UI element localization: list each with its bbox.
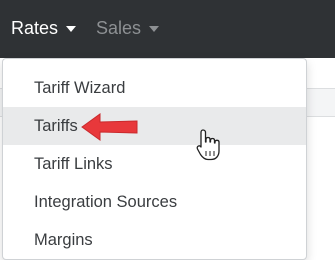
menu-item-tariffs[interactable]: Tariffs: [3, 107, 306, 145]
menu-item-label: Integration Sources: [34, 193, 178, 211]
red-arrow-left-icon: [81, 113, 138, 141]
menu-item-label: Tariff Wizard: [34, 79, 126, 97]
nav-sales-label: Sales: [96, 18, 142, 38]
menu-list: Tariff Wizard Tariffs Tariff Links Integ…: [3, 69, 306, 259]
nav-rates-dropdown[interactable]: Rates: [11, 18, 77, 39]
menu-item-margins[interactable]: Margins: [3, 221, 306, 259]
nav-rates-label: Rates: [11, 18, 59, 38]
menu-item-label: Margins: [34, 231, 93, 249]
top-navbar: Rates Sales: [0, 0, 335, 58]
menu-item-label: Tariffs: [34, 117, 78, 135]
rates-dropdown-menu: Tariff Wizard Tariffs Tariff Links Integ…: [2, 58, 307, 260]
menu-item-label: Tariff Links: [34, 155, 113, 173]
menu-item-integration-sources[interactable]: Integration Sources: [3, 183, 306, 221]
nav-sales-dropdown[interactable]: Sales: [96, 18, 160, 39]
caret-down-icon: [149, 25, 160, 32]
menu-item-tariff-links[interactable]: Tariff Links: [3, 145, 306, 183]
caret-down-icon: [66, 25, 77, 32]
hand-pointer-icon: [196, 129, 220, 161]
menu-item-tariff-wizard[interactable]: Tariff Wizard: [3, 69, 306, 107]
